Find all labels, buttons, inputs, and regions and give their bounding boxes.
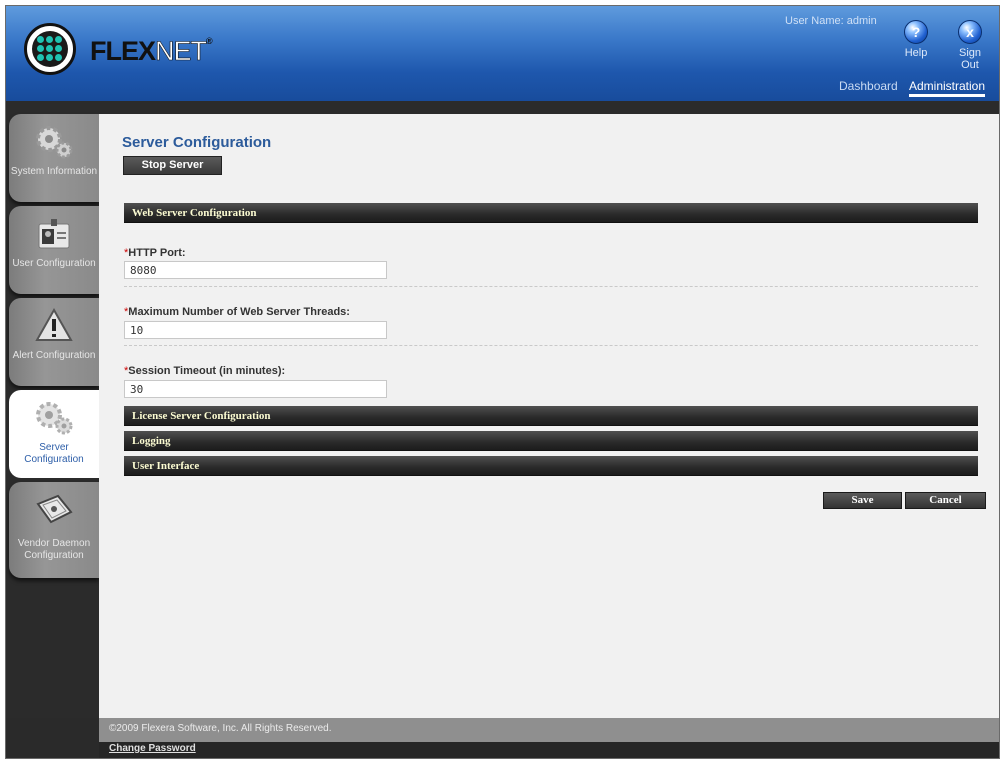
sign-out-button[interactable]: x Sign Out xyxy=(950,20,990,71)
change-password-link[interactable]: Change Password xyxy=(109,743,196,754)
footer: ©2009 Flexera Software, Inc. All Rights … xyxy=(99,718,999,742)
id-badge-icon xyxy=(38,219,70,249)
cancel-button[interactable]: Cancel xyxy=(905,492,986,509)
user-name-label: User Name: admin xyxy=(785,15,877,27)
http-port-input[interactable] xyxy=(124,261,387,279)
sidebar-item-label: Vendor Daemon Configuration xyxy=(17,538,91,561)
section-web-server-configuration[interactable]: Web Server Configuration xyxy=(124,203,978,223)
sidebar-item-user-configuration[interactable]: User Configuration xyxy=(9,206,99,294)
header-bar: FLEXNET® User Name: admin ? Help x Sign … xyxy=(6,6,999,101)
divider xyxy=(124,286,978,287)
flexnet-logo-icon xyxy=(24,23,76,75)
gears-icon xyxy=(36,402,73,435)
divider xyxy=(124,345,978,346)
warning-icon xyxy=(35,307,73,341)
sidebar-item-alert-configuration[interactable]: Alert Configuration xyxy=(9,298,99,386)
session-timeout-label: *Session Timeout (in minutes): xyxy=(124,365,286,377)
help-button[interactable]: ? Help xyxy=(896,20,936,59)
section-user-interface[interactable]: User Interface xyxy=(124,456,978,476)
sidebar-item-label: Server Configuration xyxy=(24,442,84,465)
max-threads-label: *Maximum Number of Web Server Threads: xyxy=(124,306,350,318)
sidebar-item-label: Alert Configuration xyxy=(12,350,96,361)
sidebar-item-vendor-daemon-configuration[interactable]: Vendor Daemon Configuration xyxy=(9,482,99,578)
page-title: Server Configuration xyxy=(122,134,272,151)
gears-icon xyxy=(36,126,73,159)
session-timeout-input[interactable] xyxy=(124,380,387,398)
section-logging[interactable]: Logging xyxy=(124,431,978,451)
help-label: Help xyxy=(904,47,928,59)
save-button[interactable]: Save xyxy=(823,492,902,509)
copyright-text: ©2009 Flexera Software, Inc. All Rights … xyxy=(109,723,332,734)
certificate-icon xyxy=(36,494,73,524)
header-divider xyxy=(6,101,999,114)
sidebar-item-label: User Configuration xyxy=(12,258,96,269)
brand-name: FLEXNET® xyxy=(90,36,213,67)
help-icon: ? xyxy=(904,20,928,44)
app-window: FLEXNET® User Name: admin ? Help x Sign … xyxy=(5,5,1000,759)
nav-dashboard[interactable]: Dashboard xyxy=(839,79,898,93)
sidebar: System Information User Configuration Al… xyxy=(6,114,99,718)
section-license-server-configuration[interactable]: License Server Configuration xyxy=(124,406,978,426)
bottom-bar: Change Password xyxy=(99,742,999,758)
sidebar-item-label: System Information xyxy=(10,166,98,177)
main-content: Server Configuration Stop Server Web Ser… xyxy=(99,114,999,718)
max-threads-input[interactable] xyxy=(124,321,387,339)
close-icon: x xyxy=(958,20,982,44)
sign-out-label: Sign Out xyxy=(958,47,982,71)
http-port-label: *HTTP Port: xyxy=(124,247,186,259)
sidebar-item-system-information[interactable]: System Information xyxy=(9,114,99,202)
nav-administration[interactable]: Administration xyxy=(909,79,986,97)
stop-server-button[interactable]: Stop Server xyxy=(123,156,222,175)
sidebar-item-server-configuration[interactable]: Server Configuration xyxy=(9,390,99,478)
